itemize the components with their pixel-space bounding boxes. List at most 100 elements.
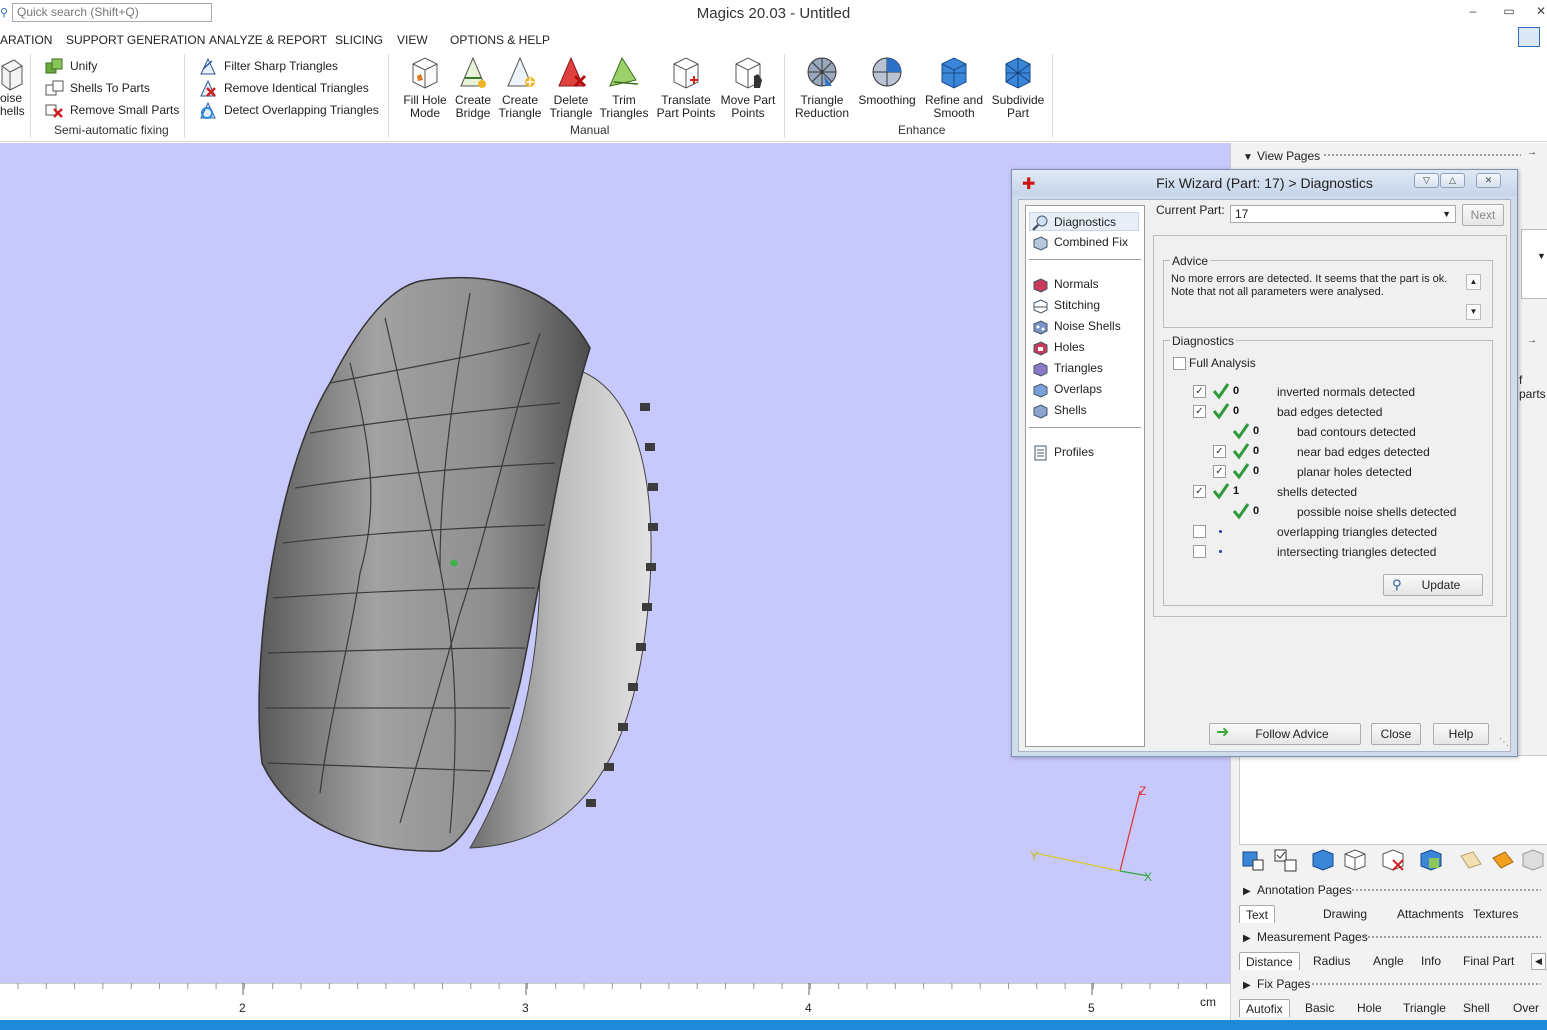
filter-triangle-icon	[200, 57, 216, 75]
tab-drawing[interactable]: Drawing	[1317, 905, 1373, 923]
close-button[interactable]: Close	[1371, 723, 1421, 745]
pin-icon[interactable]: →	[1527, 147, 1537, 158]
update-button[interactable]: ⚲ Update	[1383, 574, 1483, 596]
shells-to-parts-button[interactable]: Shells To Parts	[44, 79, 150, 97]
axis-triad: Z Y X	[1030, 784, 1152, 884]
dropdown-arrow-icon[interactable]: ▼	[1537, 251, 1546, 261]
tab-slicing[interactable]: SLICING	[335, 33, 383, 47]
expand-triangle-icon: ▶	[1243, 933, 1251, 944]
detect-overlapping-triangles-button[interactable]: Detect Overlapping Triangles	[198, 101, 379, 119]
translate-part-points-button[interactable]: Translate Part Points	[656, 54, 716, 120]
refine-and-smooth-button[interactable]: Refine and Smooth	[922, 54, 986, 120]
overlaps-icon	[1033, 383, 1048, 398]
minimize-button[interactable]: –	[1462, 4, 1484, 20]
close-window-button[interactable]: ✕	[1530, 4, 1547, 20]
smoothing-button[interactable]: Smoothing	[856, 54, 918, 107]
tab-angle[interactable]: Angle	[1367, 952, 1410, 970]
resize-grip-icon[interactable]: ⋱	[1499, 737, 1509, 748]
dialog-close-button[interactable]: ✕	[1476, 173, 1501, 188]
current-part-select[interactable]: 17 ▼	[1230, 205, 1456, 223]
nav-diagnostics[interactable]: Diagnostics	[1029, 212, 1139, 231]
tab-textures[interactable]: Textures	[1467, 905, 1524, 923]
dialog-body: Diagnostics Combined Fix Normals Stitchi…	[1018, 199, 1511, 752]
move-points-icon	[735, 57, 762, 89]
fix-pages-header[interactable]: ▶ Fix Pages	[1243, 977, 1310, 991]
tab-view[interactable]: VIEW	[397, 33, 428, 47]
diagnostic-checkbox[interactable]: ✓	[1193, 405, 1206, 418]
create-triangle-button[interactable]: Create Triangle	[498, 54, 542, 120]
nav-combined-fix[interactable]: Combined Fix	[1032, 233, 1128, 252]
translate-points-icon	[673, 57, 699, 89]
nav-normals[interactable]: Normals	[1032, 275, 1099, 294]
tab-basic[interactable]: Basic	[1299, 999, 1340, 1017]
nav-triangles[interactable]: Triangles	[1032, 359, 1103, 378]
annotation-pages-header[interactable]: ▶ Annotation Pages	[1243, 883, 1352, 897]
nav-stitching[interactable]: Stitching	[1032, 296, 1100, 315]
unify-button[interactable]: Unify	[44, 57, 97, 75]
next-button[interactable]: Next	[1462, 204, 1504, 226]
stitching-icon	[1033, 299, 1048, 314]
create-bridge-button[interactable]: Create Bridge	[452, 54, 494, 120]
scroll-up-icon[interactable]: ▲	[1466, 274, 1481, 290]
follow-advice-button[interactable]: ➜ Follow Advice	[1209, 723, 1361, 745]
tab-final-part[interactable]: Final Part	[1457, 952, 1520, 970]
diagnostic-checkbox[interactable]: ✓	[1213, 465, 1226, 478]
fill-hole-mode-button[interactable]: Fill Hole Mode	[400, 54, 450, 120]
tab-fix-preparation[interactable]: ARATION	[0, 33, 52, 47]
diagnostic-checkbox[interactable]	[1193, 545, 1206, 558]
layout-toggle-icon[interactable]	[1518, 27, 1540, 47]
view-pages-control[interactable]	[1521, 229, 1547, 299]
delete-triangle-button[interactable]: Delete Triangle	[548, 54, 594, 120]
tab-info[interactable]: Info	[1415, 952, 1447, 970]
tab-support-generation[interactable]: SUPPORT GENERATION	[66, 33, 205, 47]
help-button[interactable]: Help	[1433, 723, 1489, 745]
tab-text[interactable]: Text	[1239, 905, 1276, 923]
subdivide-part-button[interactable]: Subdivide Part	[990, 54, 1046, 120]
view-pages-header[interactable]: ▼ View Pages	[1243, 149, 1320, 163]
tab-distance[interactable]: Distance	[1239, 952, 1300, 970]
tab-options-help[interactable]: OPTIONS & HELP	[450, 33, 550, 47]
diagnostic-checkbox[interactable]: ✓	[1193, 385, 1206, 398]
dropdown-arrow-icon: ▼	[1442, 209, 1451, 219]
tab-attachments[interactable]: Attachments	[1391, 905, 1470, 923]
full-analysis-checkbox[interactable]	[1173, 357, 1186, 370]
nav-overlaps[interactable]: Overlaps	[1032, 380, 1102, 399]
tab-triangle[interactable]: Triangle	[1397, 999, 1452, 1017]
select-all-parts-icon	[1242, 851, 1264, 871]
move-part-points-button[interactable]: Move Part Points	[720, 54, 776, 120]
remove-small-parts-button[interactable]: Remove Small Parts	[44, 101, 179, 119]
title-bar: ⚲ Quick search (Shift+Q) Magics 20.03 - …	[0, 0, 1547, 28]
parts-list-area[interactable]	[1239, 755, 1547, 845]
tab-autofix[interactable]: Autofix	[1239, 999, 1290, 1017]
dialog-title-bar[interactable]: ✚ Fix Wizard (Part: 17) > Diagnostics ▽ …	[1012, 170, 1517, 196]
triangle-reduction-button[interactable]: Triangle Reduction	[794, 54, 850, 120]
restore-button[interactable]: ▭	[1498, 4, 1520, 20]
dialog-collapse-button[interactable]: ▽	[1414, 173, 1439, 188]
remove-identical-triangles-button[interactable]: Remove Identical Triangles	[198, 79, 369, 97]
tab-analyze-report[interactable]: ANALYZE & REPORT	[209, 33, 327, 47]
shells-icon	[1033, 404, 1048, 419]
scroll-down-icon[interactable]: ▼	[1466, 304, 1481, 320]
nav-holes[interactable]: Holes	[1032, 338, 1085, 357]
measurement-pages-header[interactable]: ▶ Measurement Pages	[1243, 930, 1368, 944]
noise-shells-button[interactable]: oise hells	[0, 54, 25, 118]
dialog-maximize-button[interactable]: △	[1440, 173, 1465, 188]
fix-tabs: Autofix Basic Hole Triangle Shell Over	[1239, 999, 1547, 1017]
pin-icon[interactable]: →	[1527, 335, 1537, 346]
triangle-reduction-icon	[807, 57, 837, 87]
tab-radius[interactable]: Radius	[1307, 952, 1356, 970]
tab-hole[interactable]: Hole	[1351, 999, 1388, 1017]
green-check-icon	[1212, 483, 1230, 500]
nav-profiles[interactable]: Profiles	[1032, 443, 1094, 462]
diagnostic-checkbox[interactable]: ✓	[1193, 485, 1206, 498]
nav-shells[interactable]: Shells	[1032, 401, 1087, 420]
diagnostic-checkbox[interactable]: ✓	[1213, 445, 1226, 458]
nav-noise-shells[interactable]: Noise Shells	[1032, 317, 1121, 336]
filter-sharp-triangles-button[interactable]: Filter Sharp Triangles	[198, 57, 338, 75]
tab-overlaps[interactable]: Over	[1507, 999, 1545, 1017]
trim-triangles-button[interactable]: Trim Triangles	[598, 54, 650, 120]
tab-shell[interactable]: Shell	[1457, 999, 1496, 1017]
tab-scroll-left-icon[interactable]: ◀	[1531, 953, 1546, 970]
diagnostic-checkbox[interactable]	[1193, 525, 1206, 538]
fill-hole-icon	[412, 57, 438, 89]
